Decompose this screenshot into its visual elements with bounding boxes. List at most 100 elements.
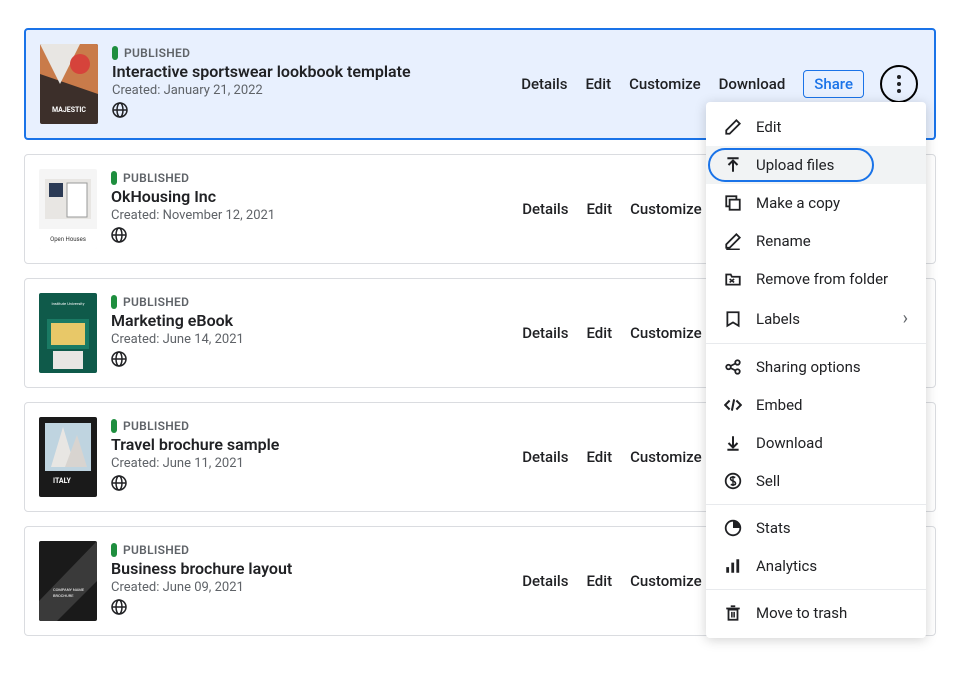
menu-item-label: Embed bbox=[756, 396, 803, 414]
labels-icon bbox=[724, 310, 742, 328]
customize-link[interactable]: Customize bbox=[630, 448, 702, 466]
menu-item-sell[interactable]: Sell bbox=[706, 462, 926, 500]
download-icon bbox=[724, 434, 742, 452]
menu-item-label: Upload files bbox=[756, 156, 834, 174]
embed-icon bbox=[724, 396, 742, 414]
thumbnail[interactable] bbox=[40, 44, 98, 124]
menu-item-sharing-options[interactable]: Sharing options bbox=[706, 348, 926, 386]
card-meta: PUBLISHED Travel brochure sample Created… bbox=[111, 419, 522, 495]
menu-item-make-a-copy[interactable]: Make a copy bbox=[706, 184, 926, 222]
menu-item-upload-files[interactable]: Upload files bbox=[706, 146, 926, 184]
globe-icon bbox=[111, 599, 127, 615]
card-meta: PUBLISHED Interactive sportswear lookboo… bbox=[112, 46, 521, 122]
menu-item-label: Make a copy bbox=[756, 194, 840, 212]
status-label: PUBLISHED bbox=[123, 295, 189, 309]
customize-link[interactable]: Customize bbox=[629, 75, 701, 93]
upload-icon bbox=[724, 156, 742, 174]
menu-item-labels[interactable]: Labels › bbox=[706, 298, 926, 339]
menu-item-edit[interactable]: Edit bbox=[706, 108, 926, 146]
trash-icon bbox=[724, 604, 742, 622]
document-card[interactable]: PUBLISHED Interactive sportswear lookboo… bbox=[24, 28, 936, 140]
menu-item-analytics[interactable]: Analytics bbox=[706, 547, 926, 585]
share-button[interactable]: Share bbox=[803, 70, 864, 98]
details-link[interactable]: Details bbox=[522, 448, 568, 466]
status-indicator bbox=[111, 543, 117, 557]
context-menu: Edit Upload files Make a copy Rename bbox=[706, 102, 926, 638]
menu-item-label: Analytics bbox=[756, 557, 817, 575]
customize-link[interactable]: Customize bbox=[630, 200, 702, 218]
menu-item-embed[interactable]: Embed bbox=[706, 386, 926, 424]
document-title: Interactive sportswear lookbook template bbox=[112, 62, 521, 81]
edit-link[interactable]: Edit bbox=[586, 572, 612, 590]
menu-item-stats[interactable]: Stats bbox=[706, 509, 926, 547]
menu-item-label: Edit bbox=[756, 118, 781, 136]
menu-separator bbox=[706, 589, 926, 590]
menu-item-label: Labels bbox=[756, 310, 800, 328]
edit-icon bbox=[724, 118, 742, 136]
created-date: Created: June 14, 2021 bbox=[111, 332, 522, 347]
thumbnail[interactable] bbox=[39, 293, 97, 373]
created-date: Created: June 11, 2021 bbox=[111, 456, 522, 471]
menu-item-label: Move to trash bbox=[756, 604, 847, 622]
document-title: OkHousing Inc bbox=[111, 187, 522, 206]
download-link[interactable]: Download bbox=[719, 75, 786, 93]
details-link[interactable]: Details bbox=[522, 572, 568, 590]
status-label: PUBLISHED bbox=[123, 171, 189, 185]
status-indicator bbox=[111, 295, 117, 309]
remove-folder-icon bbox=[724, 270, 742, 288]
document-list: PUBLISHED Interactive sportswear lookboo… bbox=[24, 28, 936, 636]
created-date: Created: June 09, 2021 bbox=[111, 580, 522, 595]
status-indicator bbox=[111, 419, 117, 433]
stats-icon bbox=[724, 519, 742, 537]
card-meta: PUBLISHED Business brochure layout Creat… bbox=[111, 543, 522, 619]
menu-item-move-to-trash[interactable]: Move to trash bbox=[706, 594, 926, 632]
status-label: PUBLISHED bbox=[124, 46, 190, 60]
thumbnail[interactable] bbox=[39, 169, 97, 249]
analytics-icon bbox=[724, 557, 742, 575]
status-label: PUBLISHED bbox=[123, 419, 189, 433]
globe-icon bbox=[111, 227, 127, 243]
edit-link[interactable]: Edit bbox=[586, 448, 612, 466]
menu-item-label: Rename bbox=[756, 232, 811, 250]
card-meta: PUBLISHED Marketing eBook Created: June … bbox=[111, 295, 522, 371]
customize-link[interactable]: Customize bbox=[630, 572, 702, 590]
details-link[interactable]: Details bbox=[522, 200, 568, 218]
status-label: PUBLISHED bbox=[123, 543, 189, 557]
chevron-right-icon: › bbox=[903, 308, 908, 329]
details-link[interactable]: Details bbox=[521, 75, 567, 93]
menu-item-label: Sell bbox=[756, 472, 780, 490]
more-menu-button[interactable] bbox=[882, 67, 916, 101]
card-actions: Details Edit Customize Download Share bbox=[521, 67, 916, 101]
menu-item-remove-from-folder[interactable]: Remove from folder bbox=[706, 260, 926, 298]
globe-icon bbox=[112, 102, 128, 118]
details-link[interactable]: Details bbox=[522, 324, 568, 342]
menu-separator bbox=[706, 504, 926, 505]
menu-item-rename[interactable]: Rename bbox=[706, 222, 926, 260]
thumbnail[interactable] bbox=[39, 417, 97, 497]
status-indicator bbox=[112, 46, 118, 60]
copy-icon bbox=[724, 194, 742, 212]
sell-icon bbox=[724, 472, 742, 490]
globe-icon bbox=[111, 475, 127, 491]
status-indicator bbox=[111, 171, 117, 185]
created-date: Created: November 12, 2021 bbox=[111, 208, 522, 223]
created-date: Created: January 21, 2022 bbox=[112, 83, 521, 98]
menu-item-label: Download bbox=[756, 434, 823, 452]
document-title: Marketing eBook bbox=[111, 311, 522, 330]
document-title: Business brochure layout bbox=[111, 559, 522, 578]
edit-link[interactable]: Edit bbox=[586, 324, 612, 342]
card-meta: PUBLISHED OkHousing Inc Created: Novembe… bbox=[111, 171, 522, 247]
thumbnail[interactable] bbox=[39, 541, 97, 621]
edit-link[interactable]: Edit bbox=[585, 75, 611, 93]
globe-icon bbox=[111, 351, 127, 367]
hand-drawn-circle bbox=[880, 65, 918, 103]
document-title: Travel brochure sample bbox=[111, 435, 522, 454]
customize-link[interactable]: Customize bbox=[630, 324, 702, 342]
share-icon bbox=[724, 358, 742, 376]
menu-separator bbox=[706, 343, 926, 344]
menu-item-download[interactable]: Download bbox=[706, 424, 926, 462]
menu-item-label: Remove from folder bbox=[756, 270, 888, 288]
menu-item-label: Stats bbox=[756, 519, 791, 537]
edit-link[interactable]: Edit bbox=[586, 200, 612, 218]
menu-item-label: Sharing options bbox=[756, 358, 861, 376]
